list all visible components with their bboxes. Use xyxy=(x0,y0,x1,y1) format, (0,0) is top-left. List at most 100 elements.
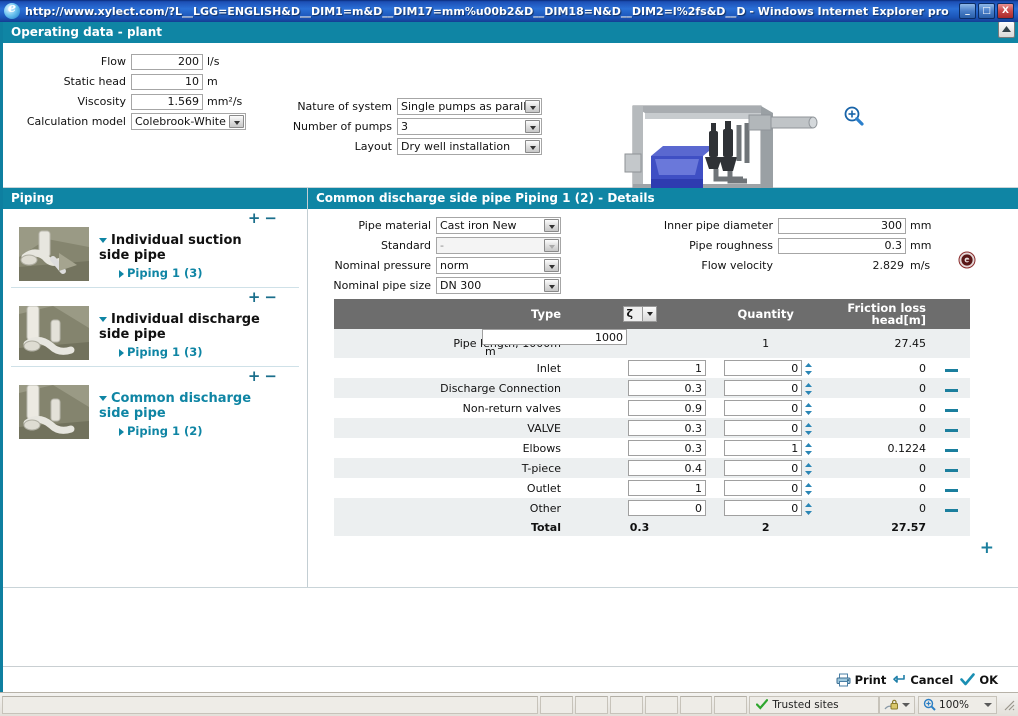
add-suction-pipe-button[interactable]: + xyxy=(248,209,261,227)
piping-item-suction-1[interactable]: Piping 1 (3) xyxy=(99,266,264,280)
row-other-friction: 0 xyxy=(819,498,933,518)
zeta-unit-dropdown[interactable]: ζ xyxy=(622,306,657,322)
cancel-button[interactable]: Cancel xyxy=(893,673,953,687)
field-static-head-input[interactable] xyxy=(131,73,203,90)
delete-row-button[interactable] xyxy=(944,388,958,392)
row-other-zeta-input[interactable] xyxy=(628,500,707,516)
field-flow-input[interactable] xyxy=(131,53,203,70)
collapse-up-icon[interactable] xyxy=(998,22,1015,38)
zeta-symbol: ζ xyxy=(626,307,634,320)
remove-common-discharge-pipe-button[interactable]: − xyxy=(264,367,277,385)
row-non-return-valves-delete-cell xyxy=(932,398,970,418)
add-common-discharge-pipe-button[interactable]: + xyxy=(248,367,261,385)
pipe-material-dropdown[interactable]: Cast iron New xyxy=(436,217,561,234)
row-elbows-zeta-input[interactable] xyxy=(628,440,707,456)
chevron-down-icon xyxy=(525,100,540,113)
delete-row-button[interactable] xyxy=(944,488,958,492)
pipe-length-cell: m xyxy=(482,329,713,358)
delete-row-button[interactable] xyxy=(944,408,958,412)
row-valve-zeta-cell xyxy=(567,418,713,438)
piping-item-discharge-1[interactable]: Piping 1 (3) xyxy=(99,345,264,359)
piping-header: Piping xyxy=(3,188,307,209)
add-row-button[interactable]: + xyxy=(980,538,994,558)
field-viscosity-input[interactable] xyxy=(131,93,203,110)
remove-discharge-pipe-button[interactable]: − xyxy=(264,288,277,306)
print-button[interactable]: Print xyxy=(836,673,886,687)
piping-group-discharge-tools: + − xyxy=(11,288,299,306)
row-elbows-zeta-cell xyxy=(567,438,713,458)
total-friction: 27.57 xyxy=(819,518,933,536)
row-elbows-quantity-input[interactable] xyxy=(724,440,803,456)
piping-group-suction-title[interactable]: Individual suction side pipe xyxy=(99,233,264,263)
piping-item-common-discharge-1[interactable]: Piping 1 (2) xyxy=(99,424,264,438)
piping-group-discharge-title[interactable]: Individual discharge side pipe xyxy=(99,312,264,342)
field-flow-velocity: Flow velocity 2.829 m/s xyxy=(633,257,943,274)
number-of-pumps-dropdown[interactable]: 3 xyxy=(397,118,542,135)
row-outlet-zeta-input[interactable] xyxy=(628,480,707,496)
row-t-piece-quantity-input[interactable] xyxy=(724,460,803,476)
discharge-pipe-thumbnail[interactable] xyxy=(19,306,89,360)
row-valve-quantity-input[interactable] xyxy=(724,420,803,436)
suction-pipe-thumbnail[interactable] xyxy=(19,227,89,281)
close-button[interactable]: X xyxy=(997,3,1014,19)
magnifier-plus-icon[interactable] xyxy=(843,105,865,127)
ok-button[interactable]: OK xyxy=(960,673,998,687)
maximize-button[interactable]: □ xyxy=(978,3,995,19)
operating-data-title: Operating data - plant xyxy=(11,25,163,39)
piping-group-common-discharge-title[interactable]: Common discharge side pipe xyxy=(99,391,264,421)
resize-grip-icon[interactable] xyxy=(1002,698,1016,712)
add-discharge-pipe-button[interactable]: + xyxy=(248,288,261,306)
row-inlet-quantity-input[interactable] xyxy=(724,360,803,376)
piping-group-suction: + − Individual suction side pipe Piping … xyxy=(11,209,299,288)
inner-pipe-diameter-input[interactable] xyxy=(778,217,906,234)
table-row-total: Total 0.3 2 27.57 xyxy=(334,518,970,536)
field-flow: Flow l/s xyxy=(3,53,273,70)
field-nature-of-system: Nature of system Single pumps as parall xyxy=(279,98,599,115)
nominal-pipe-size-dropdown[interactable]: DN 300 xyxy=(436,277,561,294)
row-valve-friction: 0 xyxy=(819,418,933,438)
nature-of-system-dropdown[interactable]: Single pumps as parall xyxy=(397,98,542,115)
zoom-control[interactable]: 100% xyxy=(918,695,998,714)
error-circle-icon[interactable] xyxy=(958,251,976,269)
field-static-head-label: Static head xyxy=(63,75,126,88)
piping-group-common-discharge-text: Common discharge side pipe Piping 1 (2) xyxy=(99,385,264,438)
row-valve-quantity-cell xyxy=(712,418,820,438)
row-non-return-valves-zeta-input[interactable] xyxy=(628,400,707,416)
spinner-up-down-icon[interactable] xyxy=(804,462,813,476)
minimize-button[interactable]: _ xyxy=(959,3,976,19)
row-discharge-connection-zeta-input[interactable] xyxy=(628,380,707,396)
standard-dropdown[interactable]: - xyxy=(436,237,561,254)
row-other-quantity-input[interactable] xyxy=(724,500,803,516)
delete-row-button[interactable] xyxy=(944,368,958,372)
spinner-up-down-icon[interactable] xyxy=(804,382,813,396)
number-of-pumps-value: 3 xyxy=(401,120,408,133)
field-nominal-pipe-size-label: Nominal pipe size xyxy=(333,279,431,292)
spinner-up-down-icon[interactable] xyxy=(804,442,813,456)
spinner-up-down-icon[interactable] xyxy=(804,482,813,496)
status-pane-2 xyxy=(575,695,608,714)
row-valve-zeta-input[interactable] xyxy=(628,420,707,436)
pipe-roughness-input[interactable] xyxy=(778,237,906,254)
security-zone-pane[interactable]: Trusted sites xyxy=(749,695,880,714)
calculation-model-dropdown[interactable]: Colebrook-White xyxy=(131,113,246,130)
piping-group-common-discharge-tools: + − xyxy=(11,367,299,385)
pipe-length-input[interactable] xyxy=(482,329,628,345)
spinner-up-down-icon[interactable] xyxy=(804,402,813,416)
nominal-pressure-dropdown[interactable]: norm xyxy=(436,257,561,274)
delete-row-button[interactable] xyxy=(944,468,958,472)
spinner-up-down-icon[interactable] xyxy=(804,362,813,376)
row-non-return-valves-quantity-input[interactable] xyxy=(724,400,803,416)
remove-suction-pipe-button[interactable]: − xyxy=(264,209,277,227)
common-discharge-pipe-thumbnail[interactable] xyxy=(19,385,89,439)
spinner-up-down-icon[interactable] xyxy=(804,502,813,516)
layout-dropdown[interactable]: Dry well installation xyxy=(397,138,542,155)
row-t-piece-zeta-input[interactable] xyxy=(628,460,707,476)
protected-mode-pane[interactable] xyxy=(879,695,916,714)
delete-row-button[interactable] xyxy=(944,448,958,452)
row-discharge-connection-quantity-input[interactable] xyxy=(724,380,803,396)
delete-row-button[interactable] xyxy=(944,508,958,512)
row-outlet-quantity-input[interactable] xyxy=(724,480,803,496)
row-inlet-zeta-input[interactable] xyxy=(628,360,707,376)
spinner-up-down-icon[interactable] xyxy=(804,422,813,436)
delete-row-button[interactable] xyxy=(944,428,958,432)
